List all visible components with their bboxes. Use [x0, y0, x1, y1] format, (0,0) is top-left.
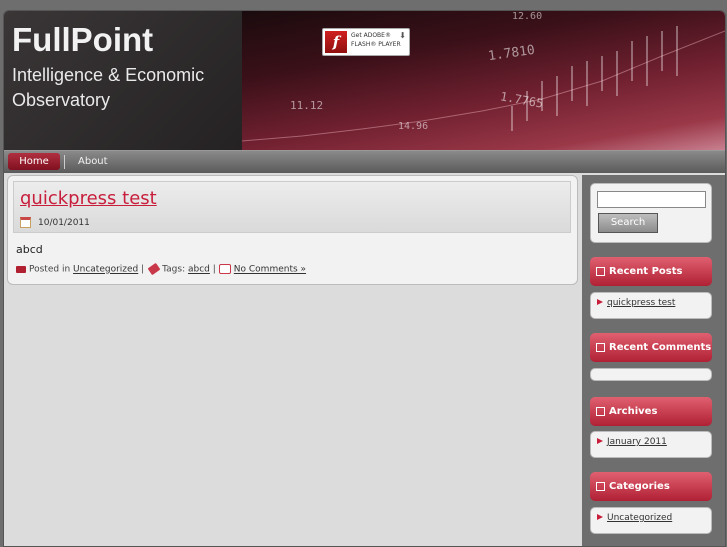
- widget-body-categories: Uncategorized: [590, 507, 712, 534]
- main-navigation: Home About: [4, 150, 725, 173]
- post-title-link[interactable]: quickpress test: [20, 188, 157, 209]
- nav-divider: [64, 155, 65, 169]
- stock-number: 14.96: [398, 121, 429, 132]
- widget-title-archives: Archives: [590, 397, 712, 426]
- rss-icon: [596, 481, 605, 491]
- stock-number: 12.60: [512, 11, 543, 22]
- site-description: Intelligence & Economic Observatory: [12, 65, 205, 110]
- post-date: 10/01/2011: [38, 218, 90, 228]
- header-branding: FullPoint Intelligence & Economic Observ…: [4, 11, 242, 150]
- header-image: 1.7810 11.12 1.7765 14.96 12.60: [242, 11, 725, 150]
- widget-body-archives: January 2011: [590, 431, 712, 458]
- nav-item-about[interactable]: About: [78, 153, 108, 170]
- stock-number: 11.12: [290, 99, 324, 112]
- recent-post-link[interactable]: quickpress test: [607, 298, 675, 308]
- widget-body-recent-comments: [590, 368, 712, 381]
- widget-body-recent-posts: quickpress test: [590, 292, 712, 319]
- rss-icon: [596, 342, 605, 352]
- widget-title-recent-posts: Recent Posts: [590, 257, 712, 286]
- tag-icon: [147, 262, 161, 276]
- widget-title-recent-comments: Recent Comments: [590, 333, 712, 362]
- widget-title-text: Recent Posts: [609, 266, 683, 277]
- site-title[interactable]: FullPoint: [12, 21, 153, 59]
- search-input[interactable]: [597, 191, 706, 208]
- sidebar: Search Recent Posts quickpress test Rece…: [582, 175, 725, 546]
- flash-badge-line1: Get ADOBE®: [351, 32, 391, 39]
- rss-icon: [596, 406, 605, 416]
- page-container: FullPoint Intelligence & Economic Observ…: [3, 10, 726, 547]
- rss-icon: [596, 266, 605, 276]
- folder-icon: [16, 265, 26, 273]
- post-header: quickpress test 10/01/2011: [13, 181, 571, 233]
- search-widget: Search: [590, 183, 712, 243]
- stock-chart-graphic: [242, 26, 725, 142]
- widget-title-text: Archives: [609, 406, 658, 417]
- search-button[interactable]: Search: [598, 213, 658, 233]
- posted-in-label: Posted in: [29, 264, 71, 275]
- bullet-arrow-icon: [597, 438, 603, 444]
- nav-item-home[interactable]: Home: [8, 153, 60, 170]
- flash-player-badge[interactable]: f Get ADOBE® FLASH® PLAYER ⬇: [322, 28, 410, 56]
- post-body: abcd: [16, 243, 43, 256]
- category-link[interactable]: Uncategorized: [73, 265, 138, 275]
- flash-logo-icon: f: [325, 31, 347, 53]
- category-link[interactable]: Uncategorized: [607, 513, 672, 523]
- tag-link[interactable]: abcd: [188, 265, 210, 275]
- bullet-arrow-icon: [597, 514, 603, 520]
- widget-title-categories: Categories: [590, 472, 712, 501]
- flash-badge-line2: FLASH® PLAYER: [351, 41, 401, 48]
- widget-title-text: Recent Comments: [609, 342, 712, 353]
- comments-link[interactable]: No Comments »: [234, 265, 306, 275]
- post-meta: Posted in Uncategorized | Tags: abcd | No …: [16, 262, 306, 276]
- archive-link[interactable]: January 2011: [607, 437, 667, 447]
- download-arrow-icon: ⬇: [399, 31, 406, 40]
- widget-title-text: Categories: [609, 481, 670, 492]
- bullet-arrow-icon: [597, 299, 603, 305]
- post-container: quickpress test 10/01/2011 abcd Posted i…: [7, 175, 578, 285]
- calendar-icon: [20, 217, 31, 228]
- tags-label: Tags:: [162, 264, 186, 275]
- site-header: FullPoint Intelligence & Economic Observ…: [4, 11, 725, 150]
- comment-icon: [218, 264, 231, 274]
